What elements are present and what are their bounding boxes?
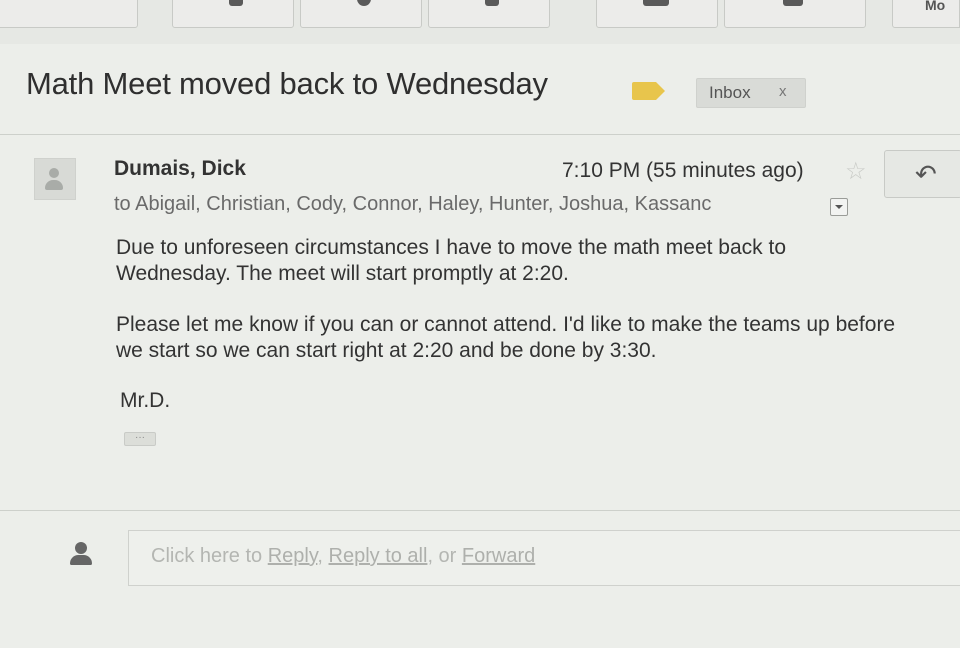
- toolbar-button-move[interactable]: [596, 0, 718, 28]
- message-paragraph-2: Please let me know if you can or cannot …: [116, 313, 896, 362]
- star-icon[interactable]: ☆: [845, 157, 867, 186]
- quick-reply-box[interactable]: Click here to Reply, Reply to all, or Fo…: [128, 530, 960, 586]
- reply-prompt-prefix: Click here to: [151, 545, 268, 567]
- folder-icon: [643, 0, 669, 6]
- delete-icon: [485, 0, 499, 6]
- show-details-toggle[interactable]: [830, 198, 848, 216]
- quick-reply-prompt: Click here to Reply, Reply to all, or Fo…: [151, 545, 535, 568]
- toolbar-button-delete[interactable]: [428, 0, 550, 28]
- person-icon: [75, 542, 87, 554]
- toolbar-button-labels[interactable]: [724, 0, 866, 28]
- user-avatar: [68, 540, 96, 570]
- message-paragraph-1: Due to unforeseen circumstances I have t…: [116, 236, 787, 285]
- person-icon: [49, 168, 59, 178]
- toolbar-button-back[interactable]: [0, 0, 138, 28]
- toolbar: Mo: [0, 0, 960, 32]
- reply-all-link[interactable]: Reply to all: [329, 545, 428, 567]
- reply-button[interactable]: ↶: [884, 150, 960, 198]
- inbox-label-chip[interactable]: Inbox x: [696, 78, 806, 108]
- show-trimmed-content-button[interactable]: ···: [124, 432, 156, 446]
- sender-avatar: [34, 158, 76, 200]
- reply-prompt-separator-or: , or: [427, 545, 462, 567]
- spam-icon: [357, 0, 371, 6]
- important-marker-icon[interactable]: [632, 82, 665, 100]
- header-divider: [0, 134, 960, 135]
- more-button[interactable]: Mo: [892, 0, 960, 28]
- reply-divider: [0, 510, 960, 511]
- sender-name[interactable]: Dumais, Dick: [114, 157, 246, 181]
- more-button-label: Mo: [925, 0, 946, 13]
- reply-prompt-separator: ,: [317, 545, 329, 567]
- message-signature: Mr.D.: [120, 389, 171, 412]
- forward-link[interactable]: Forward: [462, 545, 535, 567]
- reply-link[interactable]: Reply: [268, 545, 318, 567]
- label-icon: [783, 0, 803, 6]
- archive-icon: [229, 0, 243, 6]
- reply-icon: ↶: [915, 159, 937, 189]
- toolbar-button-spam[interactable]: [300, 0, 422, 28]
- thread-subject: Math Meet moved back to Wednesday: [26, 66, 548, 101]
- remove-label-icon[interactable]: x: [779, 83, 787, 100]
- inbox-label-text: Inbox: [709, 83, 751, 102]
- message-time: 7:10 PM (55 minutes ago): [562, 159, 804, 182]
- recipients-line: to Abigail, Christian, Cody, Connor, Hal…: [114, 193, 712, 215]
- toolbar-button-archive[interactable]: [172, 0, 294, 28]
